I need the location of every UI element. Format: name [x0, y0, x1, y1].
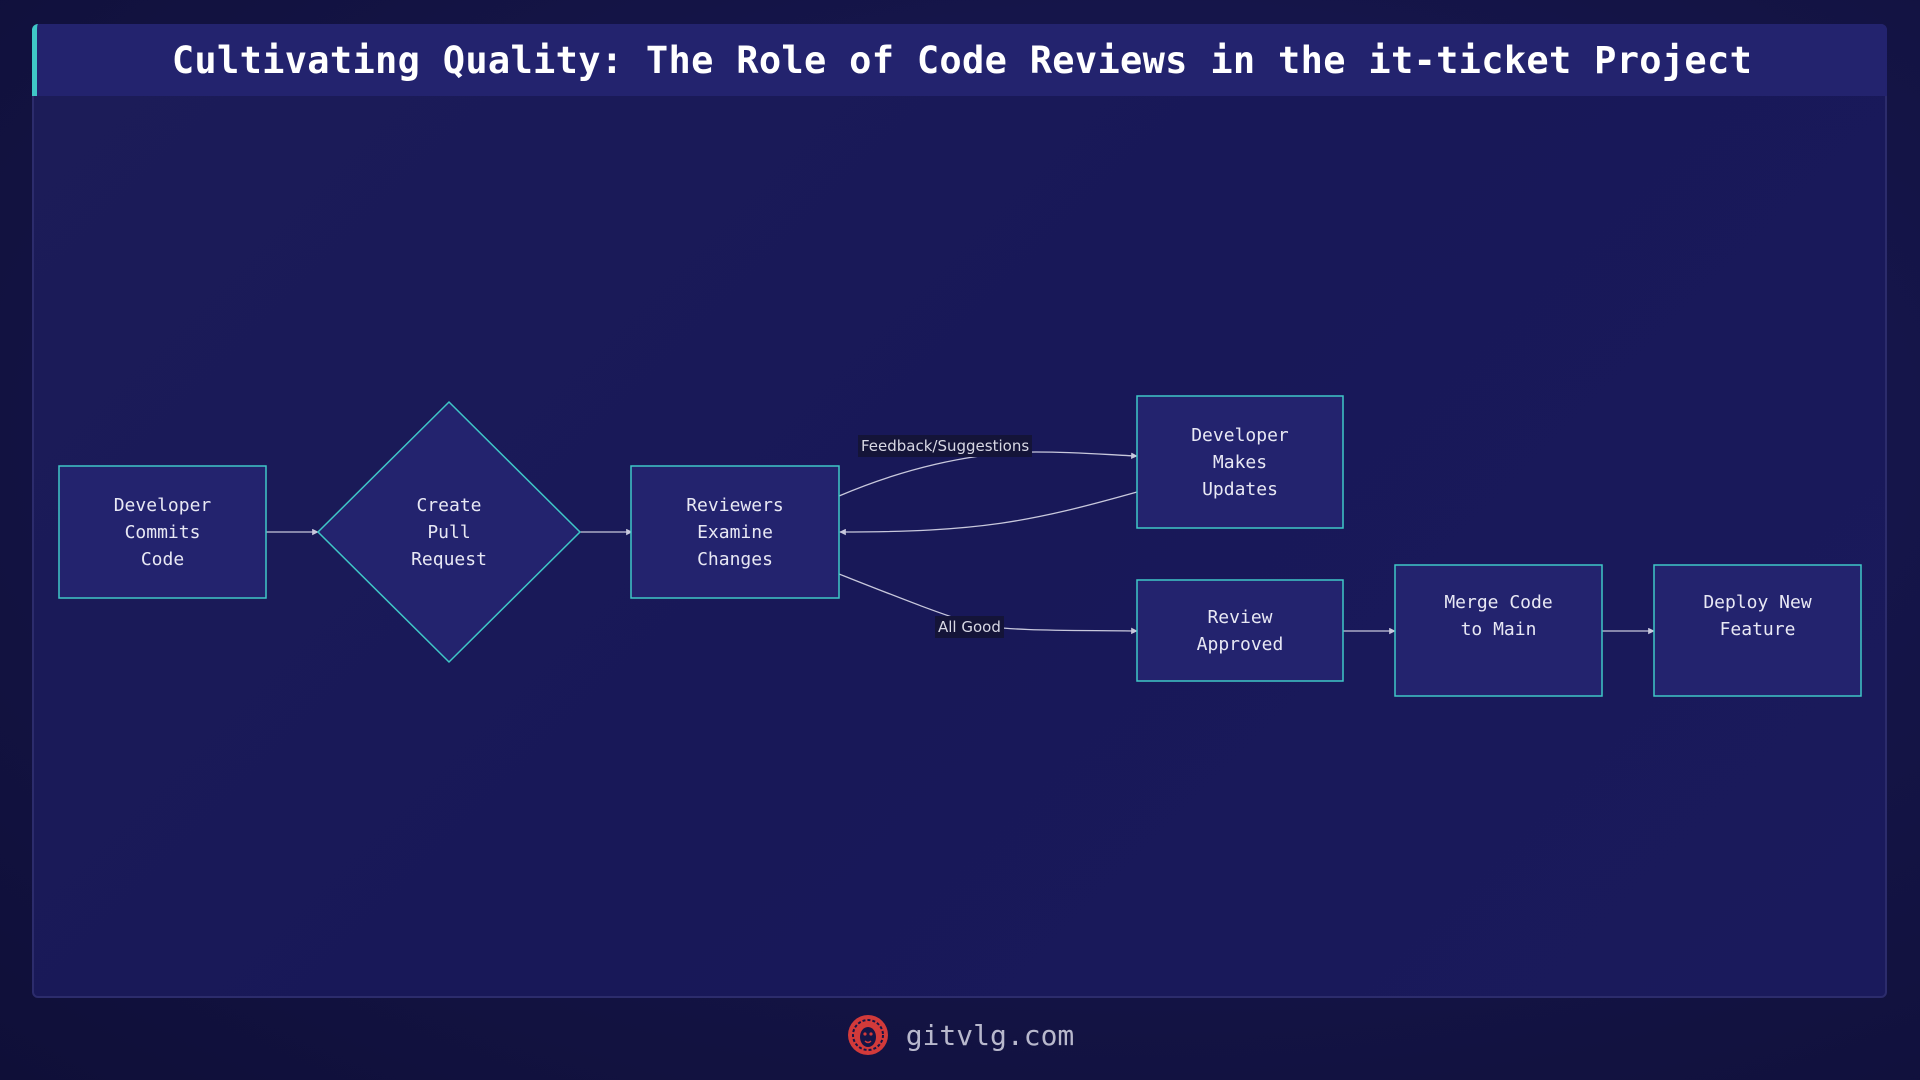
footer: gitvlg.com — [0, 1010, 1920, 1060]
node-approved-label: Review Approved — [1196, 606, 1284, 655]
flowchart — [58, 395, 1862, 697]
node-commit-label: Developer Commits Code — [113, 494, 212, 570]
node-examine-label: Reviewers Examine Changes — [686, 494, 784, 570]
edge-feedback — [838, 451, 1138, 497]
edge-updates-to-examine — [839, 491, 1138, 536]
node-updates-label: Developer Makes Updates — [1191, 424, 1289, 500]
node-pull-request-label: Create Pull Request — [411, 494, 487, 570]
node-deploy-label: Deploy New Feature — [1703, 592, 1812, 640]
edge-label-feedback: Feedback/Suggestions — [858, 435, 1033, 457]
edge-label-all-good: All Good — [935, 616, 1004, 638]
lion-head-icon — [847, 1015, 888, 1055]
node-merge-label: Merge Code to Main — [1444, 592, 1553, 640]
footer-site-link[interactable]: gitvlg.com — [906, 1019, 1075, 1052]
